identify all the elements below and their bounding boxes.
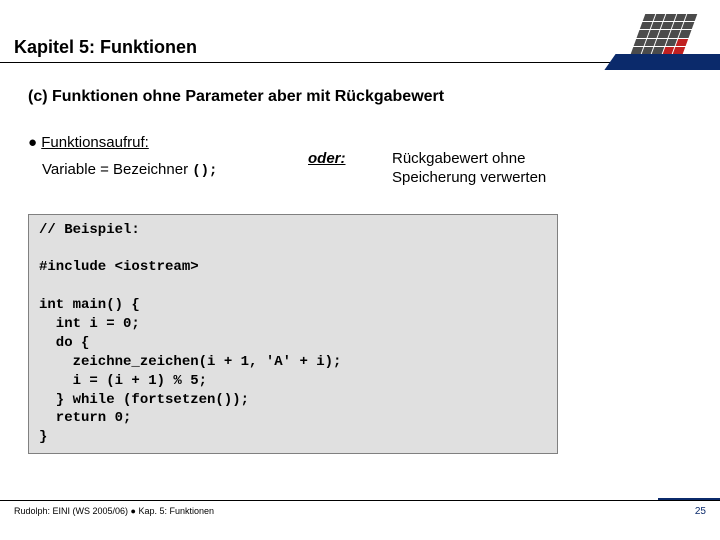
logo-grid-icon [631, 14, 698, 54]
right-line1: Rückgabewert ohne [392, 150, 525, 167]
footer-text: Rudolph: EINI (WS 2005/06) ● Kap. 5: Fun… [14, 506, 214, 516]
bullet-row: ● Funktionsaufruf: Variable = Bezeichner… [28, 134, 688, 188]
bullet-left-column: ● Funktionsaufruf: Variable = Bezeichner… [28, 134, 308, 179]
footer-accent [658, 498, 720, 500]
slide-footer: Rudolph: EINI (WS 2005/06) ● Kap. 5: Fun… [0, 506, 720, 526]
bullet-subtext: Variable = Bezeichner (); [42, 161, 308, 179]
page-number: 25 [695, 506, 706, 517]
section-subtitle: (c) Funktionen ohne Parameter aber mit R… [28, 88, 688, 106]
bullet-sub-prefix: Variable = Bezeichner [42, 161, 192, 178]
code-example: // Beispiel: #include <iostream> int mai… [28, 214, 558, 455]
right-line2: Speicherung verwerten [392, 169, 546, 186]
logo-band [604, 54, 720, 70]
bullet-right-text: Rückgabewert ohne Speicherung verwerten [392, 150, 546, 188]
oder-label: oder: [308, 150, 368, 167]
chapter-title: Kapitel 5: Funktionen [14, 37, 197, 58]
slide-header: Kapitel 5: Funktionen [0, 0, 720, 72]
slide-content: (c) Funktionen ohne Parameter aber mit R… [28, 88, 688, 454]
university-logo [638, 14, 710, 58]
footer-line [0, 500, 720, 501]
bullet-sub-mono: (); [192, 163, 217, 179]
bullet-item: ● Funktionsaufruf: [28, 134, 308, 151]
bullet-label: Funktionsaufruf: [41, 134, 149, 151]
